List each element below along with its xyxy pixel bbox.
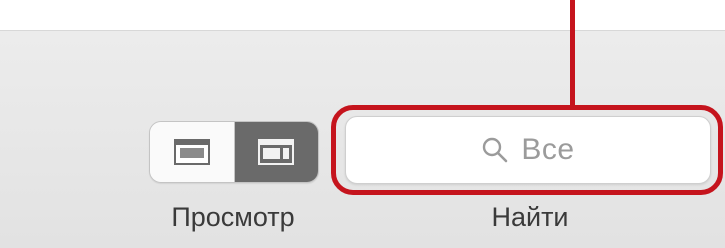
search-field[interactable]: Все: [345, 116, 711, 184]
screenshot-canvas: Все Просмотр Найти: [0, 0, 725, 248]
callout-pointer-line: [570, 0, 575, 107]
view-mode-button-single[interactable]: [150, 122, 235, 182]
view-mode-segmented-control: [149, 121, 319, 183]
search-placeholder: Все: [521, 133, 575, 166]
view-mode-button-split[interactable]: [234, 122, 318, 182]
layout-split-icon: [258, 139, 295, 165]
search-label: Найти: [491, 202, 569, 232]
view-control-label: Просмотр: [171, 202, 295, 232]
search-icon: [483, 137, 508, 163]
layout-single-icon: [173, 139, 210, 165]
